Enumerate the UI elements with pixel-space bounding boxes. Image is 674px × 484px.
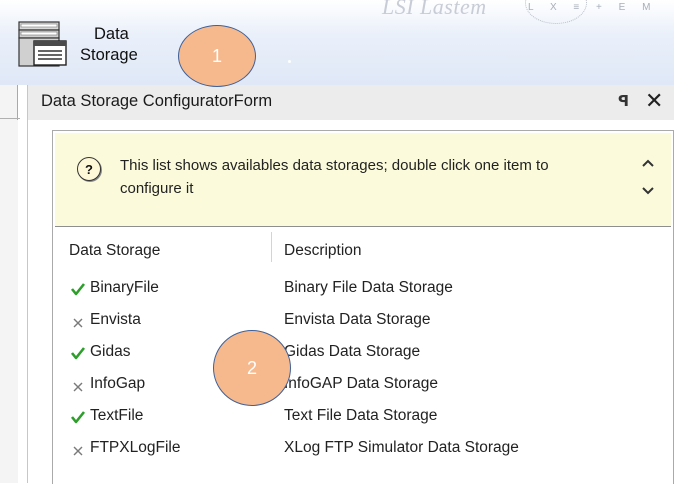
cross-icon: [73, 382, 83, 392]
close-icon[interactable]: ✕: [645, 88, 663, 114]
data-storage-icon: [18, 21, 67, 67]
data-storage-label-line2: Storage: [80, 46, 138, 64]
list-item[interactable]: TextFile Text File Data Storage: [55, 402, 671, 434]
row-name: BinaryFile: [90, 279, 159, 296]
check-icon: [70, 347, 86, 360]
brand-logo-letters: L X ≡ + E M: [528, 2, 658, 13]
data-storage-label-line1: Data: [94, 25, 129, 43]
check-icon: [70, 283, 86, 296]
ribbon-dot: [288, 60, 291, 63]
column-header-description[interactable]: Description: [284, 242, 362, 260]
data-storage-label: Data Storage: [80, 24, 160, 66]
row-name: Gidas: [90, 343, 131, 360]
cross-icon: [73, 446, 83, 456]
column-divider[interactable]: [271, 232, 272, 262]
list-item[interactable]: Gidas Gidas Data Storage: [55, 338, 671, 370]
configurator-panel: Data Storage ConfiguratorForm ꟼ ✕ ? This…: [27, 85, 674, 484]
check-icon: [70, 411, 86, 424]
info-box: ? This list shows availables data storag…: [55, 133, 671, 227]
row-description: Text File Data Storage: [284, 407, 438, 424]
column-header-data-storage[interactable]: Data Storage: [69, 242, 160, 260]
left-dock-divider: [17, 85, 18, 120]
help-icon: ?: [77, 157, 101, 181]
row-description: Binary File Data Storage: [284, 279, 453, 296]
row-name: TextFile: [90, 407, 144, 424]
left-dock-strip: [0, 85, 18, 483]
row-description: InfoGAP Data Storage: [284, 375, 438, 392]
row-name: Envista: [90, 311, 141, 328]
row-description: Envista Data Storage: [284, 311, 431, 328]
storage-list-frame: ? This list shows availables data storag…: [52, 130, 674, 484]
chevron-up-icon[interactable]: [640, 155, 656, 171]
annotation-callout-1: 1: [178, 25, 256, 87]
panel-titlebar: Data Storage ConfiguratorForm ꟼ ✕: [28, 85, 674, 120]
chevron-down-icon[interactable]: [640, 183, 656, 199]
data-storage-button[interactable]: Data Storage: [18, 10, 168, 72]
left-dock-rule: [0, 118, 20, 119]
ribbon-toolbar: LSI Lastem L X ≡ + E M Data Storage: [0, 0, 674, 85]
info-text: This list shows availables data storages…: [120, 157, 549, 197]
brand-logo-text: LSI Lastem: [382, 0, 487, 19]
annotation-callout-2: 2: [213, 330, 291, 406]
row-name: InfoGap: [90, 375, 146, 392]
storage-list: Data Storage Description BinaryFile Bina…: [55, 228, 671, 484]
panel-title: Data Storage ConfiguratorForm: [41, 92, 273, 110]
list-item[interactable]: BinaryFile Binary File Data Storage: [55, 274, 671, 306]
list-item[interactable]: Envista Envista Data Storage: [55, 306, 671, 338]
row-description: XLog FTP Simulator Data Storage: [284, 439, 519, 456]
cross-icon: [73, 318, 83, 328]
list-item[interactable]: FTPXLogFile XLog FTP Simulator Data Stor…: [55, 434, 671, 466]
row-description: Gidas Data Storage: [284, 343, 421, 360]
pin-icon[interactable]: ꟼ: [618, 92, 629, 110]
row-name: FTPXLogFile: [90, 439, 181, 456]
list-item[interactable]: InfoGap InfoGAP Data Storage: [55, 370, 671, 402]
